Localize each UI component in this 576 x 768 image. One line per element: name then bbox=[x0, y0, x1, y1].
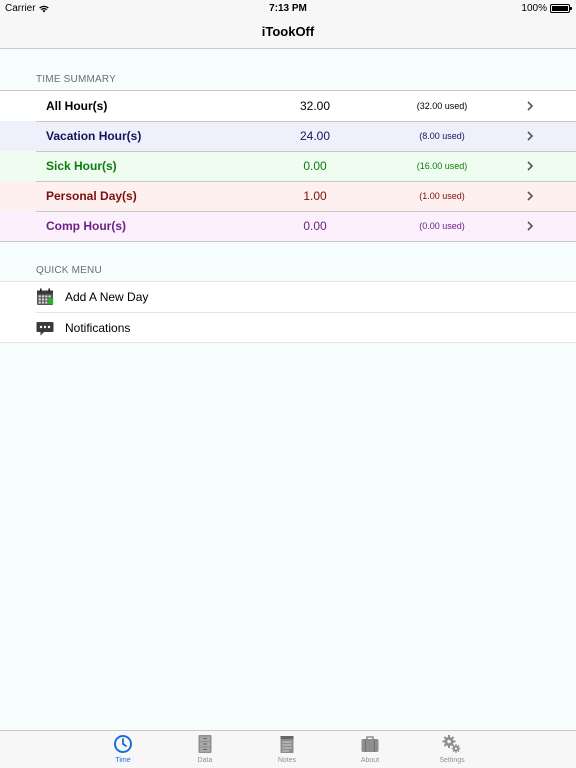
gears-icon bbox=[442, 735, 461, 753]
row-hours: 32.00 bbox=[299, 99, 331, 113]
tab-settings[interactable]: Settings bbox=[422, 731, 482, 768]
notepad-icon bbox=[280, 736, 294, 753]
chevron-right-icon bbox=[527, 101, 534, 111]
row-hours: 0.00 bbox=[303, 159, 327, 173]
tab-data[interactable]: Data bbox=[175, 731, 235, 768]
summary-row-sick-hours[interactable]: Sick Hour(s) 0.00 (16.00 used) bbox=[0, 151, 576, 181]
quick-menu-header: QUICK MENU bbox=[36, 265, 102, 276]
status-bar: Carrier 7:13 PM 100% bbox=[0, 0, 576, 16]
chevron-right-icon bbox=[527, 131, 534, 141]
row-used: (0.00 used) bbox=[419, 221, 465, 231]
row-label: Personal Day(s) bbox=[46, 189, 137, 203]
tab-label: About bbox=[360, 757, 380, 764]
tab-bar: Time Data Notes About Settings bbox=[0, 730, 576, 768]
tab-label: Notes bbox=[277, 757, 297, 764]
summary-row-comp-hours[interactable]: Comp Hour(s) 0.00 (0.00 used) bbox=[0, 211, 576, 241]
calendar-icon bbox=[37, 288, 54, 305]
row-hours: 24.00 bbox=[299, 129, 331, 143]
row-hours: 0.00 bbox=[303, 219, 327, 233]
row-label: Vacation Hour(s) bbox=[46, 129, 142, 143]
row-label: Comp Hour(s) bbox=[46, 219, 126, 233]
summary-row-all-hours[interactable]: All Hour(s) 32.00 (32.00 used) bbox=[0, 91, 576, 121]
time-summary-list: All Hour(s) 32.00 (32.00 used) Vacation … bbox=[0, 90, 576, 242]
notifications-button[interactable]: Notifications bbox=[36, 312, 576, 342]
add-new-day-button[interactable]: Add A New Day bbox=[0, 282, 576, 312]
row-label: Sick Hour(s) bbox=[46, 159, 117, 173]
row-used: (32.00 used) bbox=[416, 101, 468, 111]
chat-bubble-icon bbox=[36, 322, 54, 336]
status-time: 7:13 PM bbox=[269, 3, 307, 14]
tab-label: Data bbox=[197, 757, 213, 764]
page-title: iTookOff bbox=[261, 24, 315, 39]
chevron-right-icon bbox=[527, 221, 534, 231]
chevron-right-icon bbox=[527, 191, 534, 201]
cabinet-icon bbox=[198, 735, 212, 753]
quick-item-label: Notifications bbox=[65, 321, 131, 335]
tab-label: Time bbox=[115, 757, 131, 764]
briefcase-icon bbox=[361, 736, 379, 752]
tab-label: Settings bbox=[439, 757, 465, 764]
summary-row-vacation-hours[interactable]: Vacation Hour(s) 24.00 (8.00 used) bbox=[0, 121, 576, 151]
row-used: (8.00 used) bbox=[419, 131, 465, 141]
tab-about[interactable]: About bbox=[340, 731, 400, 768]
battery-indicator: 100% bbox=[521, 3, 572, 14]
battery-icon bbox=[550, 4, 572, 13]
battery-percent: 100% bbox=[521, 3, 547, 14]
chevron-right-icon bbox=[527, 161, 534, 171]
time-summary-header: TIME SUMMARY bbox=[36, 74, 116, 85]
tab-time[interactable]: Time bbox=[93, 731, 153, 768]
quick-menu-list: Add A New Day Notifications bbox=[0, 281, 576, 343]
row-used: (1.00 used) bbox=[419, 191, 465, 201]
clock-icon bbox=[114, 735, 132, 753]
row-label: All Hour(s) bbox=[46, 99, 108, 113]
tab-notes[interactable]: Notes bbox=[257, 731, 317, 768]
row-used: (16.00 used) bbox=[416, 161, 468, 171]
quick-item-label: Add A New Day bbox=[65, 290, 149, 304]
row-hours: 1.00 bbox=[303, 189, 327, 203]
navigation-bar: iTookOff bbox=[0, 16, 576, 49]
summary-row-personal-days[interactable]: Personal Day(s) 1.00 (1.00 used) bbox=[0, 181, 576, 211]
